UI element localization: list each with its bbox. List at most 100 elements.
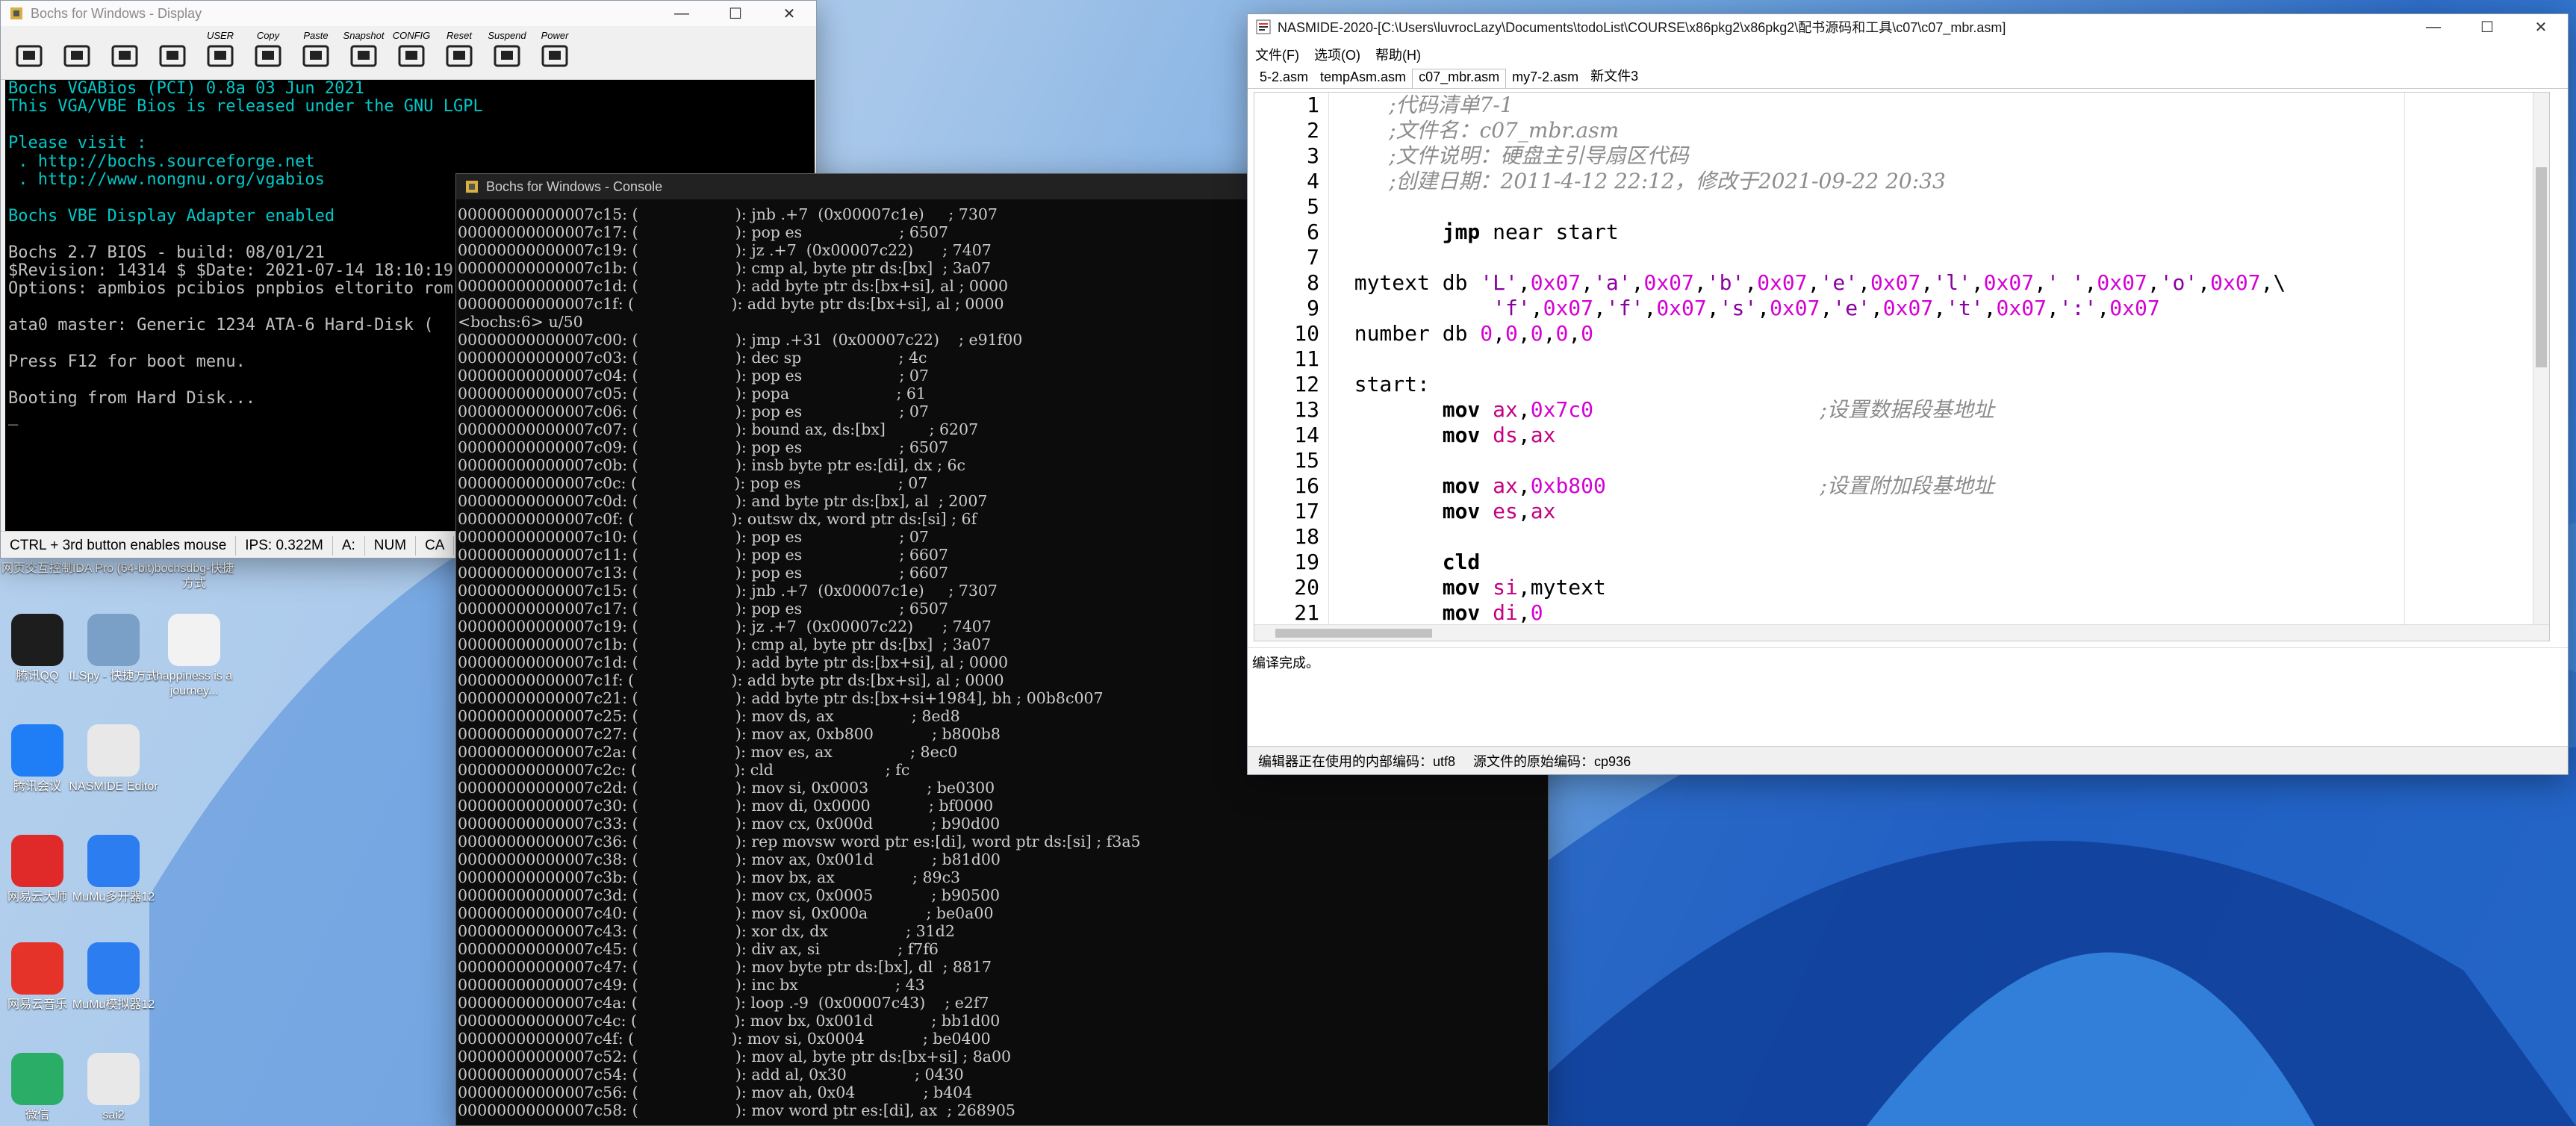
desktop-icon-label: NASMIDE Editor [69, 780, 158, 793]
code-line: 'f',0x07,'f',0x07,'s',0x07,'e',0x07,'t',… [1329, 296, 2160, 321]
status-field: 源文件的原始编码：cp936 [1473, 753, 1631, 769]
desktop-icon[interactable]: ILSpy - 快捷方式 [69, 614, 158, 684]
code-token: , [1493, 321, 1506, 346]
maximize-button[interactable]: ☐ [709, 1, 762, 26]
code-line: cld [1329, 550, 1481, 575]
code-token: near start [1480, 220, 1619, 244]
menu-item[interactable]: 选项(O) [1314, 45, 1360, 64]
code-token: , [1920, 270, 1934, 295]
file-tab[interactable]: c07_mbr.asm [1412, 69, 1507, 88]
code-area[interactable]: ;代码清单7-1 ;文件名：c07_mbr.asm ;文件说明：硬盘主引导扇区代… [1329, 93, 2528, 624]
nasmide-titlebar[interactable]: NASMIDE-2020-[C:\Users\luvrocLazy\Docume… [1248, 14, 2568, 40]
console-line: 00000000000007c58: ( ): mov word ptr es:… [458, 1101, 1015, 1119]
desktop-icon[interactable]: bochsdbg-快捷方式 [149, 562, 239, 591]
copy-icon [253, 42, 283, 71]
line-number: 12 [1294, 372, 1319, 396]
close-button[interactable]: ✕ [762, 1, 816, 26]
horizontal-scrollbar[interactable] [1254, 624, 2549, 641]
toolbar-button-5[interactable]: Copy [247, 30, 289, 76]
code-token: 0x07 [1770, 296, 1820, 320]
toolbar-button-label: USER [206, 29, 234, 41]
console-line: 00000000000007c52: ( ): mov al, byte ptr… [458, 1048, 1012, 1066]
desktop-icon[interactable]: MuMu多开器12 [69, 835, 158, 905]
code-token: start: [1329, 372, 1430, 396]
desktop-icon[interactable]: MuMu模拟器12 [69, 942, 158, 1013]
code-token: 'L' [1480, 270, 1518, 295]
sai2-icon [87, 1053, 140, 1105]
console-line: 00000000000007c49: ( ): inc bx ; 43 [458, 976, 925, 994]
menu-item[interactable]: 帮助(H) [1375, 45, 1421, 64]
status-field: 编辑器正在使用的内部编码：utf8 [1258, 753, 1456, 769]
code-token: , [1870, 296, 1883, 320]
code-token: , [1517, 499, 1531, 523]
code-token: ;设置数据段基地址 [1820, 397, 1994, 422]
toolbar-button-4[interactable]: USER [199, 30, 241, 76]
scroll-thumb[interactable] [1275, 629, 1432, 638]
menubar: 文件(F) 选项(O) 帮助(H) [1248, 43, 2568, 66]
desktop-icon-label: sai2 [102, 1109, 125, 1122]
code-token: 0 [1505, 321, 1518, 346]
window-title: Bochs for Windows - Display [31, 5, 202, 21]
code-token: 0x07 [1870, 270, 1921, 295]
desktop-icon[interactable]: happiness is a journey... [149, 614, 239, 699]
code-token: ax [1530, 423, 1556, 447]
scroll-thumb[interactable] [2536, 167, 2547, 367]
toolbar-button-0[interactable] [8, 30, 50, 76]
line-number: 10 [1294, 321, 1319, 346]
code-line: mov si,mytext [1329, 575, 1606, 600]
minimize-button[interactable]: — [655, 1, 709, 26]
code-token: , [1933, 296, 1947, 320]
tencent-meeting-icon [11, 724, 63, 777]
toolbar-button-3[interactable] [152, 30, 193, 76]
vertical-scrollbar[interactable] [2533, 93, 2549, 624]
cdrom-icon [110, 42, 140, 71]
minimize-button[interactable]: — [2407, 14, 2460, 40]
code-token: mov [1442, 397, 1481, 422]
file-tab[interactable]: my7-2.asm [1506, 69, 1584, 88]
console-line: 00000000000007c4c: ( ): mov bx, 0x001d ;… [458, 1012, 1001, 1030]
toolbar-button-8[interactable]: CONFIG [391, 30, 432, 76]
close-button[interactable]: ✕ [2514, 14, 2568, 40]
menu-item[interactable]: 文件(F) [1255, 45, 1299, 64]
toolbar-button-label: CONFIG [392, 29, 431, 41]
toolbar-button-1[interactable] [56, 30, 98, 76]
code-line: number db 0,0,0,0,0 [1329, 321, 1593, 346]
line-number: 6 [1307, 220, 1319, 244]
toolbar-button-10[interactable]: Suspend [486, 30, 528, 76]
maximize-button[interactable]: ☐ [2460, 14, 2514, 40]
toolbar-button-2[interactable] [104, 30, 146, 76]
bochs-display-titlebar[interactable]: Bochs for Windows - Display — ☐ ✕ [1, 1, 816, 26]
nasmide-icon [87, 724, 140, 777]
file-tab[interactable]: tempAsm.asm [1314, 69, 1412, 88]
code-token: 0 [1480, 321, 1493, 346]
code-editor[interactable]: 1 2 3 4 5 6 7 8 9 10 11 12 13 14 15 16 17 18 19 20 21 ;代码清单7… [1254, 92, 2550, 641]
code-token: , [2197, 270, 2211, 295]
desktop-icon-label: happiness is a journey... [155, 670, 233, 697]
toolbar-button-9[interactable]: Reset [438, 30, 480, 76]
line-number: 1 [1307, 93, 1319, 117]
desktop-icon[interactable]: NASMIDE Editor [69, 724, 158, 794]
qq-penguin-icon [11, 614, 63, 666]
line-number: 15 [1294, 448, 1319, 473]
code-token: 0x07 [1996, 296, 2047, 320]
desktop-icon[interactable]: sai2 [69, 1053, 158, 1123]
code-token: , [2147, 270, 2160, 295]
desktop-icon[interactable]: IDA Pro (64-bit) [69, 562, 158, 576]
toolbar-button-6[interactable]: Paste [295, 30, 337, 76]
line-number: 19 [1294, 550, 1319, 574]
code-line: ;创建日期：2011-4-12 22:12，修改于2021-09-22 20:3… [1329, 169, 1946, 194]
code-token: 0x07 [2097, 270, 2147, 295]
code-token: 0 [1530, 321, 1543, 346]
file-tab[interactable]: 5-2.asm [1254, 69, 1314, 88]
console-line: 00000000000007c2d: ( ): mov si, 0x0003 ;… [458, 779, 995, 797]
file-tab[interactable]: 新文件3 [1584, 66, 1644, 88]
screen-line: This VGA/VBE Bios is released under the … [8, 97, 483, 116]
code-line: mov di,0 [1329, 600, 1543, 624]
toolbar-button-11[interactable]: Power [534, 30, 576, 76]
toolbar-button-7[interactable]: Snapshot [343, 30, 385, 76]
